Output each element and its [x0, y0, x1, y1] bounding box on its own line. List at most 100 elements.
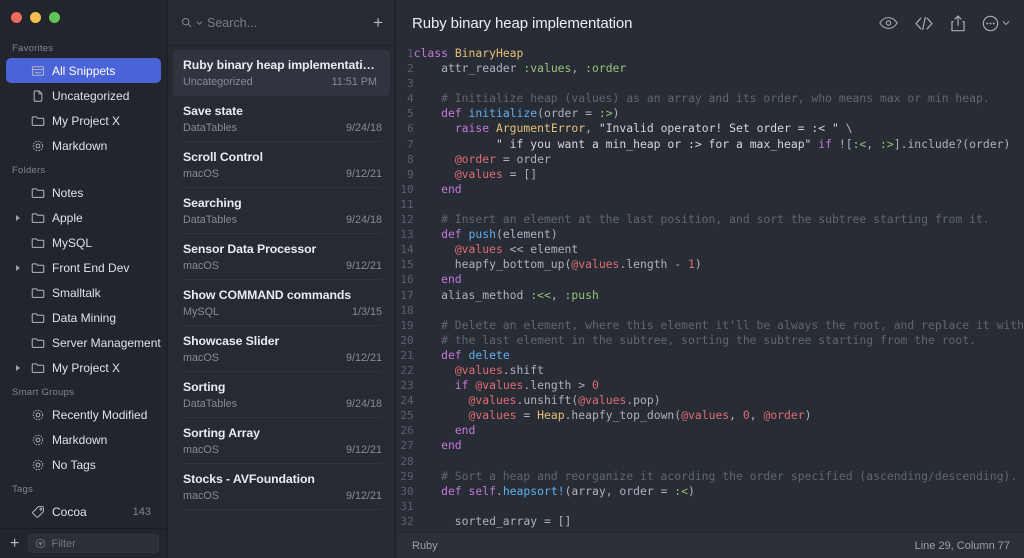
code-line-content[interactable] [414, 499, 1024, 514]
code-line-content[interactable]: sorted_array = [] [414, 514, 1024, 529]
sidebar-item-smalltalk[interactable]: Smalltalk [6, 280, 161, 305]
new-snippet-button[interactable]: + [369, 14, 383, 31]
code-line-content[interactable] [414, 303, 1024, 318]
minimize-button[interactable] [30, 11, 41, 23]
code-line: 20 # the last element in the subtree, so… [396, 333, 1024, 348]
code-line-content[interactable]: class BinaryHeap [414, 46, 1024, 61]
list-item[interactable]: Sensor Data Processor macOS 9/12/21 [168, 234, 395, 280]
code-token: .length - [619, 257, 688, 272]
list-item[interactable]: Searching DataTables 9/24/18 [168, 188, 395, 234]
sidebar-item-all-snippets[interactable]: All Snippets [6, 58, 161, 83]
code-line: 32 sorted_array = [] [396, 514, 1024, 529]
code-line-content[interactable]: # Delete an element, where this element … [414, 318, 1024, 333]
code-line-content[interactable]: @values.unshift(@values.pop) [414, 393, 1024, 408]
sidebar-item-cocoa[interactable]: Cocoa 143 [6, 499, 161, 524]
sidebar-item-markdown[interactable]: Markdown [6, 427, 161, 452]
sidebar-item-no-tags[interactable]: No Tags [6, 452, 161, 477]
code-icon[interactable] [914, 16, 934, 31]
code-line-content[interactable]: # the last element in the subtree, sorti… [414, 333, 1024, 348]
code-line-content[interactable]: " if you want a min_heap or :> for a max… [414, 137, 1024, 152]
code-line-content[interactable]: @values << element [414, 242, 1024, 257]
code-line: 17 alias_method :<<, :push [396, 288, 1024, 303]
share-icon[interactable] [950, 14, 966, 32]
disclosure-triangle-icon[interactable] [12, 364, 23, 371]
search-field[interactable] [181, 15, 364, 30]
sidebar-sections[interactable]: Favorites All Snippets Uncategorized My Pro… [0, 34, 167, 528]
list-item[interactable]: Ruby binary heap implementation Uncategor… [173, 50, 390, 96]
add-folder-button[interactable]: + [8, 535, 21, 552]
sidebar-item-front-end-dev[interactable]: Front End Dev [6, 255, 161, 280]
code-line-content[interactable]: alias_method :<<, :push [414, 288, 1024, 303]
chevron-down-icon[interactable] [196, 19, 203, 27]
code-line-content[interactable]: def initialize(order = :>) [414, 106, 1024, 121]
code-line: 13 def push(element) [396, 227, 1024, 242]
snippet-list[interactable]: Ruby binary heap implementation Uncategor… [168, 46, 395, 558]
sidebar-item-markdown[interactable]: Markdown [6, 133, 161, 158]
code-line: 5 def initialize(order = :>) [396, 106, 1024, 121]
close-button[interactable] [11, 11, 22, 23]
sidebar-item-my-project-x[interactable]: My Project X [6, 355, 161, 380]
line-number: 15 [400, 258, 414, 272]
code-line-content[interactable]: raise ArgumentError, "Invalid operator! … [414, 121, 1024, 136]
list-item[interactable]: Scroll Control macOS 9/12/21 [168, 142, 395, 188]
code-line-content[interactable]: # Initialize heap (values) as an array a… [414, 91, 1024, 106]
list-item-date: 9/12/21 [345, 444, 382, 456]
code-line-content[interactable]: def push(element) [414, 227, 1024, 242]
code-line-content[interactable]: def delete [414, 348, 1024, 363]
code-line-content[interactable]: # Insert an element at the last position… [414, 212, 1024, 227]
sidebar-item-icon [30, 236, 45, 250]
list-item-folder: macOS [183, 490, 219, 502]
list-item[interactable]: Sorting Array macOS 9/12/21 [168, 418, 395, 464]
code-token: # Initialize heap (values) as an array a… [413, 91, 990, 106]
code-editor[interactable]: 1 class BinaryHeap 2 attr_reader :values, … [396, 46, 1024, 532]
folder-icon [31, 212, 44, 223]
code-line-content[interactable]: attr_reader :values, :order [414, 61, 1024, 76]
search-icon[interactable] [181, 16, 192, 29]
folder-icon [31, 262, 44, 273]
sidebar-item-mysql[interactable]: MySQL [6, 230, 161, 255]
list-item[interactable]: Show COMMAND commands MySQL 1/3/15 [168, 280, 395, 326]
disclosure-triangle-icon[interactable] [12, 214, 23, 221]
code-token: = [] [502, 166, 538, 181]
list-item[interactable]: Sorting DataTables 9/24/18 [168, 372, 395, 418]
list-item[interactable]: Save state DataTables 9/24/18 [168, 96, 395, 142]
list-item[interactable]: Stocks - AVFoundation macOS 9/12/21 [168, 464, 395, 510]
code-line-content[interactable]: end [414, 182, 1024, 197]
more-icon[interactable] [982, 15, 1010, 32]
preview-icon[interactable] [879, 16, 898, 30]
code-line-content[interactable]: end [414, 423, 1024, 438]
code-line-content[interactable]: @values.shift [414, 363, 1024, 378]
code-line: 7 " if you want a min_heap or :> for a m… [396, 137, 1024, 152]
sidebar-item-server-management[interactable]: Server Management [6, 330, 161, 355]
code-token: " if you want a min_heap or :> for a max… [495, 136, 812, 151]
sidebar-item-data-mining[interactable]: Data Mining [6, 305, 161, 330]
filter-input[interactable]: Filter [28, 534, 159, 553]
code-line-content[interactable]: heapfy_bottom_up(@values.length - 1) [414, 257, 1024, 272]
code-line-content[interactable]: end [414, 272, 1024, 287]
sidebar-item-uncategorized[interactable]: Uncategorized [6, 83, 161, 108]
sidebar-item-notes[interactable]: Notes [6, 180, 161, 205]
code-line-content[interactable]: @values = [] [414, 167, 1024, 182]
code-token: raise [454, 121, 496, 136]
sidebar-item-icon [30, 458, 45, 472]
code-line-content[interactable]: def self.heapsort!(array, order = :<) [414, 484, 1024, 499]
editor-panel: Ruby binary heap implementation 1 class … [396, 0, 1024, 558]
disclosure-triangle-icon[interactable] [12, 264, 23, 271]
sidebar-item-my-project-x[interactable]: My Project X [6, 108, 161, 133]
code-line-content[interactable]: if @values.length > 0 [414, 378, 1024, 393]
list-item-meta: DataTables 9/24/18 [183, 214, 382, 226]
sidebar-item-apple[interactable]: Apple [6, 205, 161, 230]
search-input[interactable] [207, 15, 364, 30]
code-line-content[interactable]: @order = order [414, 152, 1024, 167]
code-line-content[interactable]: @values = Heap.heapfy_top_down(@values, … [414, 408, 1024, 423]
code-line-content[interactable]: end [414, 438, 1024, 453]
zoom-button[interactable] [49, 11, 60, 23]
chevron-down-icon[interactable] [1002, 19, 1010, 27]
list-item[interactable]: Showcase Slider macOS 9/12/21 [168, 326, 395, 372]
code-line-content[interactable] [414, 197, 1024, 212]
code-line-content[interactable] [414, 454, 1024, 469]
code-line-content[interactable]: # Sort a heap and reorganize it acording… [414, 469, 1024, 484]
sidebar-item-recently-modified[interactable]: Recently Modified [6, 402, 161, 427]
code-line-content[interactable] [414, 76, 1024, 91]
